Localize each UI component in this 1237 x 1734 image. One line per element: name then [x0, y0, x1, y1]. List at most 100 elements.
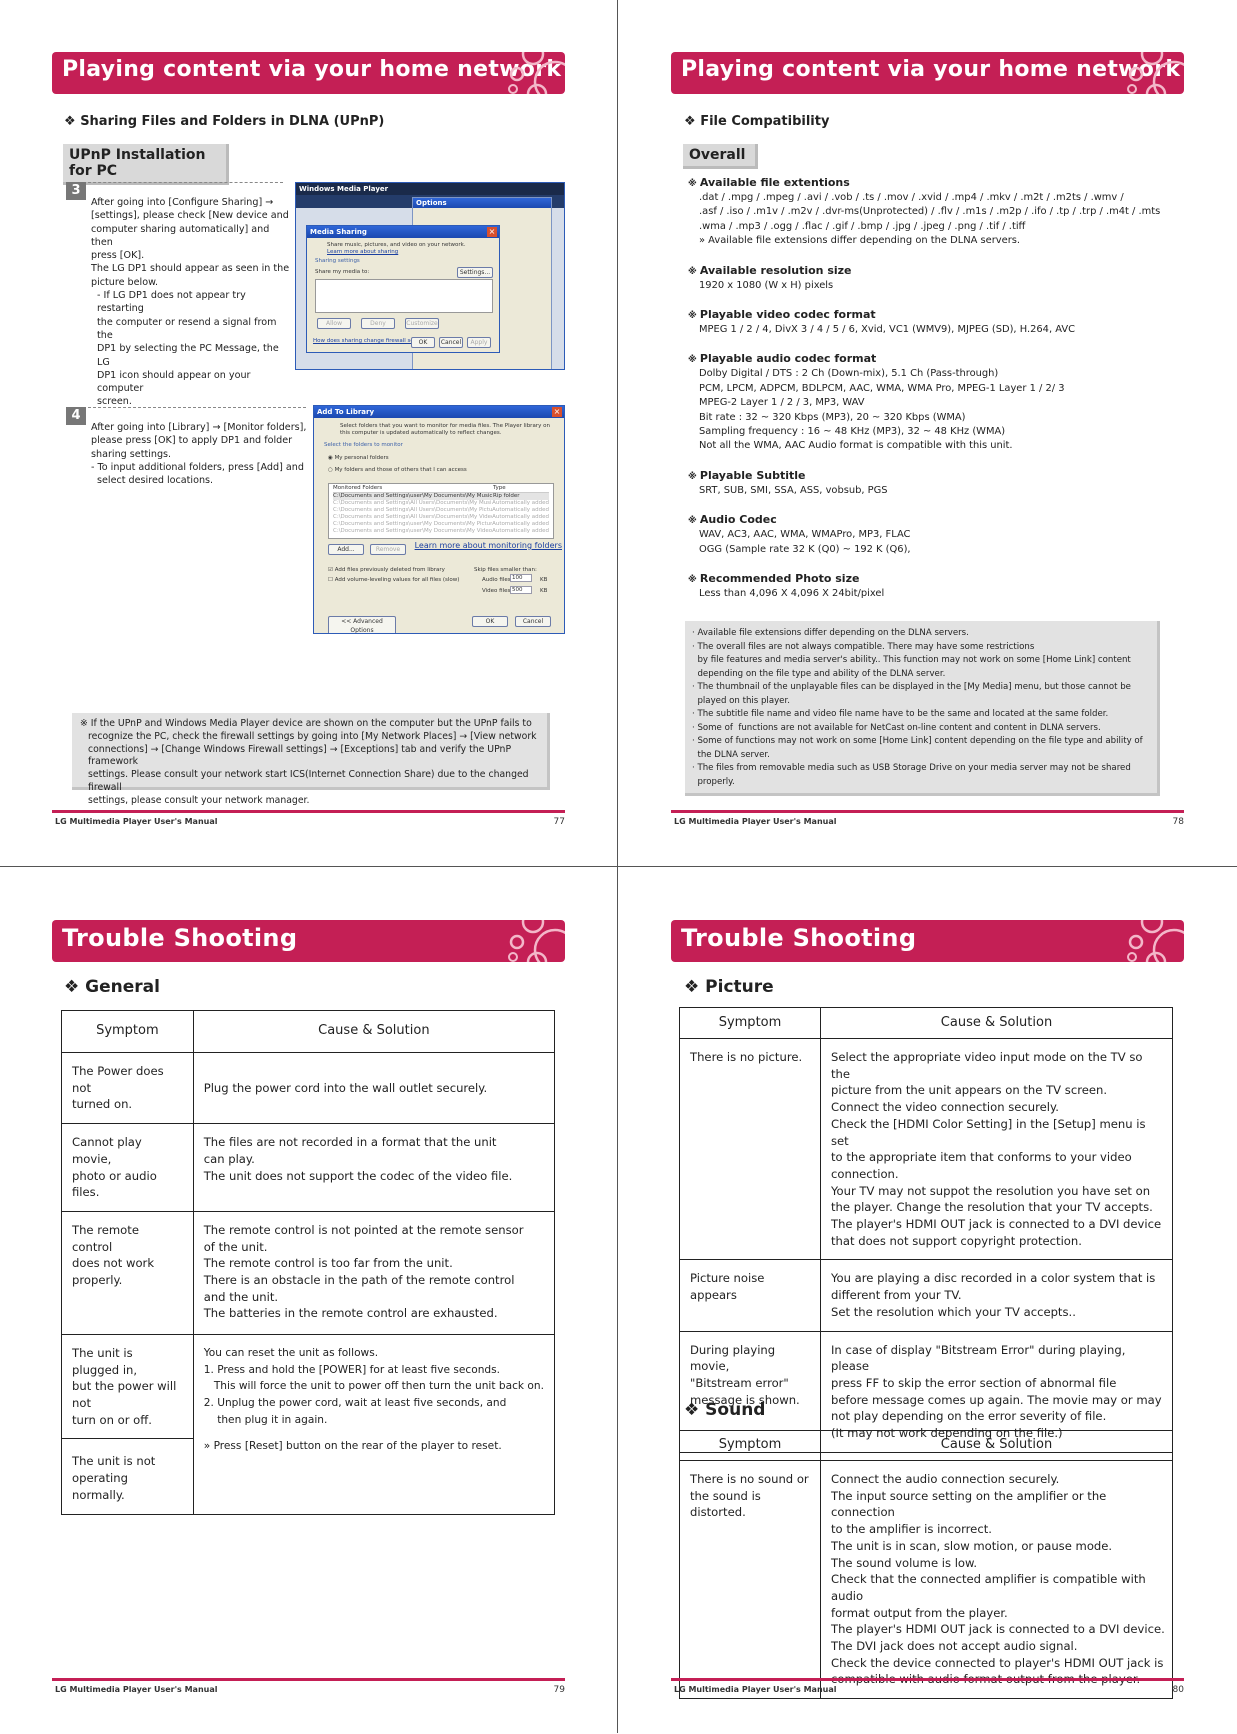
text-line: sharing settings. [91, 448, 172, 460]
text-line: The LG DP1 should appear as seen in the [91, 263, 290, 275]
footer-text: LG Multimedia Player User's Manual [55, 817, 218, 826]
picture-troubleshooting-table: Symptom Cause & Solution There is no pictu… [679, 1007, 1173, 1453]
text-line: The unit is in scan, slow motion, or pau… [831, 1538, 1113, 1553]
media-sharing-dialog: Media Sharing × Share music, pictures, an… [306, 225, 500, 353]
text-line: · Available file extensions differ depen… [692, 628, 969, 638]
text-line: of the unit. [203, 1239, 268, 1254]
text-line: press FF to skip the error section of ab… [831, 1375, 1117, 1390]
footer-text: LG Multimedia Player User's Manual [55, 1685, 218, 1694]
footer-rule [671, 1678, 1184, 1681]
text-line: The player's HDMI OUT jack is connected … [831, 1622, 1165, 1637]
page-banner: Trouble Shooting [671, 920, 1184, 962]
text-line: · The files from removable media such as… [692, 763, 1131, 773]
text-line: to the appropriate item that conforms to… [831, 1150, 1132, 1165]
text-line: picture below. [91, 276, 159, 288]
cause-cell: Plug the power cord into the wall outlet… [192, 1051, 556, 1125]
footer-rule [52, 810, 565, 813]
list-item[interactable]: C:\Documents and Settings\All Users\Docu… [333, 514, 549, 521]
header-cause: Cause & Solution [192, 1010, 556, 1053]
text-line: MPEG 1 / 2 / 4, DivX 3 / 4 / 5 / 6, Xvid… [699, 324, 1076, 336]
text-line: properly. [692, 776, 735, 787]
text-line: The batteries in the remote control are … [203, 1306, 498, 1321]
text-line: 2. Unplug the power cord, wait at least … [203, 1397, 507, 1410]
close-icon[interactable]: × [487, 227, 497, 237]
note-line: settings, please consult your network ma… [88, 794, 310, 806]
text-line: photo or audio files. [72, 1168, 157, 1200]
step-number: 3 [66, 182, 86, 200]
compat-section: ※ Available resolution size 1920 x 1080 (… [688, 264, 1188, 293]
reference-mark-icon: ※ [688, 355, 700, 366]
symptom-cell: There is no picture. [679, 1037, 821, 1261]
text-line: format output from the player. [831, 1605, 1008, 1620]
diamond-bullet-icon: ❖ [684, 114, 701, 129]
text-line: After going into [Library] → [Monitor fo… [91, 422, 307, 433]
text-line: DP1 by selecting the PC Message, the LG [97, 343, 279, 368]
text-line: » Available file extensions differ depen… [699, 235, 1021, 247]
page-number: 78 [1172, 817, 1184, 827]
list-header: Monitored Folders Type [333, 485, 549, 493]
text-line: .asf / .iso / .m1v / .m2v / .dvr-ms(Unpr… [699, 206, 1161, 218]
close-icon[interactable]: × [552, 407, 562, 417]
reference-mark-icon: ※ [688, 575, 700, 586]
text-line: Your TV may not suppot the resolution yo… [831, 1183, 1151, 1198]
reference-mark-icon: ※ [688, 471, 700, 482]
list-item[interactable]: C:\Documents and Settings\All Users\Docu… [333, 507, 549, 514]
text-line: Less than 4,096 X 4,096 X 24bit/pixel [699, 588, 885, 600]
text-line: The files are not recorded in a format t… [203, 1135, 497, 1150]
text-line: Not all the WMA, AAC Audio format is com… [699, 440, 1013, 452]
page-number: 77 [553, 817, 565, 827]
learn-more-link[interactable]: Learn more about monitoring folders [412, 541, 562, 550]
text-line: turn on or off. [72, 1412, 152, 1427]
section-heading: ❖ General [64, 977, 160, 997]
page-number: 79 [553, 1685, 565, 1695]
table-row: The Power does not turned on. Plug the pow… [61, 1051, 556, 1125]
cause-cell: You are playing a disc recorded in a col… [820, 1259, 1173, 1332]
page-number: 80 [1172, 1685, 1184, 1695]
text-line: then plug it in again. [203, 1413, 328, 1426]
sound-troubleshooting-table: Symptom Cause & Solution There is no sound… [679, 1430, 1173, 1700]
text-line: The remote control is too far from the u… [203, 1256, 453, 1271]
page-banner: Playing content via your home network [52, 52, 565, 94]
text-line: the sound is distorted. [690, 1488, 761, 1520]
list-item[interactable]: C:\Documents and Settings\All Users\Docu… [333, 500, 549, 507]
symptom-cell: Cannot play movie, photo or audio files. [61, 1123, 194, 1212]
header-cause: Cause & Solution [820, 1007, 1173, 1039]
list-item[interactable]: C:\Documents and Settings\user\My Docume… [333, 521, 549, 528]
compat-section-title: ※ Audio Codec [688, 513, 777, 527]
monitored-folders-list[interactable]: Monitored Folders Type C:\Documents and Se… [328, 483, 554, 539]
text-line: before message comes up again. The movie… [831, 1392, 1162, 1407]
compat-section-title: ※ Recommended Photo size [688, 572, 860, 586]
diamond-bullet-icon: ❖ [684, 977, 706, 997]
list-item[interactable]: C:\Documents and Settings\user\My Docume… [333, 493, 549, 500]
text-line: depending on the file type and ability o… [692, 668, 946, 679]
screenshot-add-to-library: Add To Library × Select folders that you … [313, 405, 565, 634]
text-line: The input source setting on the amplifie… [831, 1488, 1107, 1520]
note-line: recognize the PC, check the firewall set… [88, 730, 537, 742]
table-header-row: Symptom Cause & Solution [679, 1430, 1173, 1461]
cause-cell: You can reset the unit as follows. 1. Pre… [192, 1333, 556, 1515]
page-banner: Playing content via your home network [671, 52, 1184, 94]
table-header-row: Symptom Cause & Solution [679, 1007, 1173, 1039]
page-title: Trouble Shooting [62, 924, 298, 952]
text-line: In case of display "Bitstream Error" dur… [831, 1342, 1126, 1374]
text-line: · The thumbnail of the unplayable files … [692, 682, 1131, 692]
text-line: Set the resolution which your TV accepts… [831, 1304, 1076, 1319]
footer-rule [52, 1678, 565, 1681]
text-line: .dat / .mpg / .mpeg / .avi / .vob / .ts … [699, 192, 1124, 203]
text-line: There is an obstacle in the path of the … [203, 1273, 515, 1288]
text-line: computer sharing automatically] and then [91, 223, 270, 248]
compat-section: ※ Audio Codec WAV, AC3, AAC, WMA, WMAPro,… [688, 513, 1188, 557]
step-number: 4 [66, 407, 86, 425]
text-line: The DVI jack does not accept audio signa… [831, 1639, 1078, 1654]
text-line: - To input additional folders, press [Ad… [91, 461, 304, 473]
text-line: · The subtitle file name and video file … [692, 709, 1109, 719]
text-line: the computer or resend a signal from the [97, 316, 277, 341]
symptom-cell: The unit is plugged in, but the power wil… [61, 1333, 194, 1440]
subsection-box: UPnP Installation for PC [63, 144, 229, 185]
list-item[interactable]: C:\Documents and Settings\user\My Docume… [333, 528, 549, 535]
text-line: PCM, LPCM, ADPCM, BDLPCM, AAC, WMA, WMA … [699, 382, 1065, 394]
text-line: MPEG-2 Layer 1 / 2 / 3, MP3, WAV [699, 397, 865, 409]
bubbles-decoration-icon [508, 52, 565, 94]
text-line: The player's HDMI OUT jack is connected … [831, 1217, 1162, 1232]
text-line: turned on. [72, 1097, 133, 1112]
